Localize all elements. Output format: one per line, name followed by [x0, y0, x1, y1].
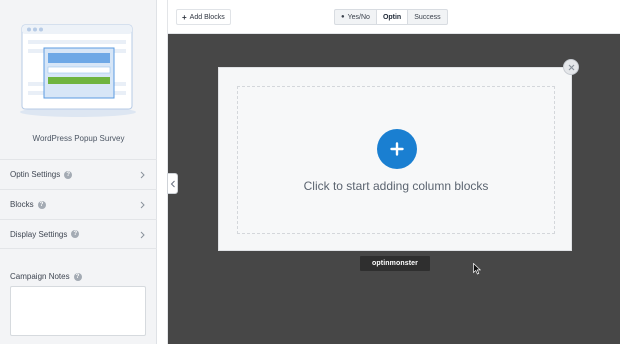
- sidebar-item-label: Optin Settings: [10, 170, 61, 179]
- plus-icon: [390, 142, 404, 156]
- chevron-right-icon: [140, 201, 145, 209]
- popup-preview: Click to start adding column blocks: [218, 67, 572, 251]
- campaign-name: WordPress Popup Survey: [32, 134, 125, 143]
- chevron-right-icon: [140, 171, 145, 179]
- help-icon[interactable]: ?: [37, 200, 46, 209]
- add-column-block-button[interactable]: [377, 129, 417, 169]
- campaign-notes-label: Campaign Notes ?: [10, 272, 82, 281]
- chevron-right-icon: [140, 231, 145, 239]
- help-icon[interactable]: ?: [64, 170, 73, 179]
- popup-close-button[interactable]: [563, 59, 579, 75]
- sidebar-item-blocks[interactable]: Blocks ?: [0, 189, 157, 219]
- close-icon: [568, 64, 574, 70]
- top-toolbar: + Add Blocks ● Yes/No Optin Success: [168, 0, 620, 34]
- sidebar-item-display-settings[interactable]: Display Settings ?: [0, 219, 157, 249]
- sidebar: WordPress Popup Survey Optin Settings ? …: [0, 0, 157, 344]
- help-icon[interactable]: ?: [73, 272, 82, 281]
- chevron-left-icon: [170, 180, 175, 187]
- tab-yes-no[interactable]: ● Yes/No: [335, 10, 377, 24]
- sidebar-item-label: Display Settings: [10, 229, 68, 239]
- help-icon[interactable]: ?: [71, 230, 80, 238]
- editor-canvas: Click to start adding column blocks opti…: [168, 34, 620, 344]
- mouse-cursor-icon: [473, 263, 481, 275]
- sidebar-item-label: Blocks: [10, 200, 34, 209]
- column-blocks-drop-zone[interactable]: Click to start adding column blocks: [237, 86, 555, 234]
- campaign-preview-thumbnail[interactable]: [18, 22, 138, 118]
- campaign-notes-input[interactable]: [10, 286, 146, 336]
- sidebar-item-optin-settings[interactable]: Optin Settings ?: [0, 159, 157, 189]
- view-switcher: ● Yes/No Optin Success: [334, 9, 448, 25]
- drop-zone-text: Click to start adding column blocks: [303, 179, 489, 193]
- collapse-sidebar-button[interactable]: [167, 173, 178, 194]
- dot-icon: ●: [341, 14, 345, 20]
- tab-success[interactable]: Success: [408, 10, 446, 24]
- optinmonster-brand-badge: optinmonster: [360, 256, 430, 271]
- plus-icon: +: [182, 12, 187, 22]
- sidebar-gutter: [157, 0, 168, 344]
- tab-optin[interactable]: Optin: [376, 10, 409, 24]
- add-blocks-button[interactable]: + Add Blocks: [176, 9, 231, 25]
